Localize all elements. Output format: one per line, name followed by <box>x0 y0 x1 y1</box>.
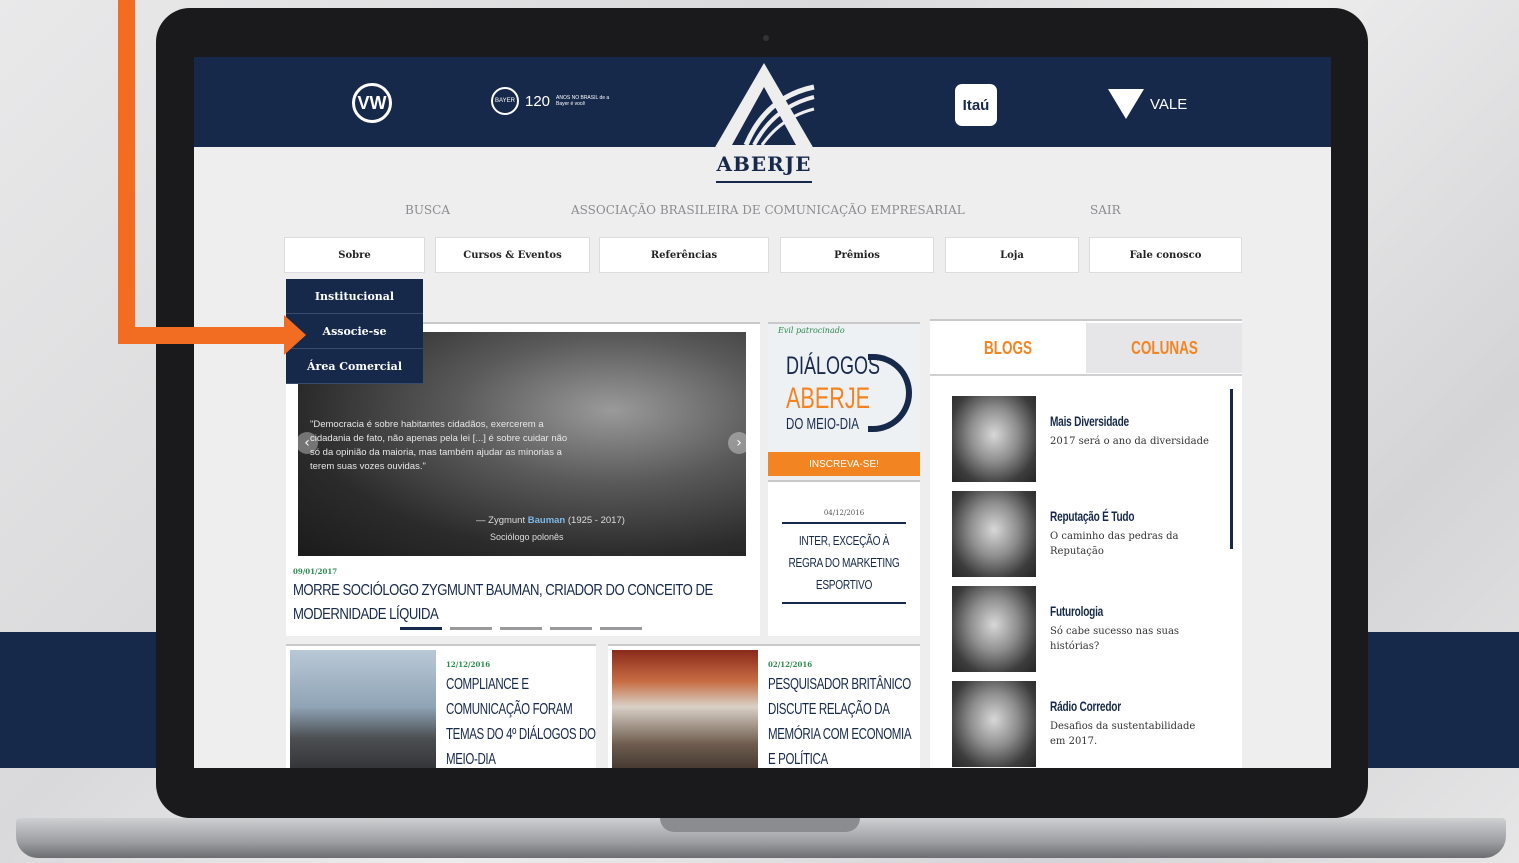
blog-title: Futurologia <box>1050 603 1104 619</box>
news-card-compliance[interactable]: 12/12/2016 COMPLIANCE E COMUNICAÇÃO FORA… <box>286 644 596 768</box>
nav-premios[interactable]: Prêmios <box>780 237 934 273</box>
bayer-120-text: 120 <box>525 92 551 110</box>
bayer-cross-text: BAYER <box>495 98 515 104</box>
author-name: Bauman <box>527 515 566 526</box>
slider-dot-3[interactable] <box>500 627 542 630</box>
tab-blogs[interactable]: BLOGS <box>930 323 1086 373</box>
blog-item[interactable]: Futurologia Só cabe sucesso nas suas his… <box>952 586 1222 674</box>
promo-line2: ABERJE <box>786 382 871 415</box>
tab-colunas-label: COLUNAS <box>1130 337 1198 358</box>
menu-item-institucional[interactable]: Institucional <box>286 279 423 314</box>
slider-next-icon[interactable]: › <box>728 432 746 454</box>
card-image-compliance <box>290 650 436 768</box>
news-card-rule-bottom <box>782 602 906 604</box>
slider-dot-4[interactable] <box>550 627 592 630</box>
news-card-rule-top <box>782 522 906 524</box>
blog-avatar <box>952 586 1036 672</box>
card-title: COMPLIANCE E COMUNICAÇÃO FORAM TEMAS DO … <box>446 676 596 768</box>
bayer-logo[interactable]: BAYER 120 ANOS NO BRASIL de a Bayer é vo… <box>491 87 616 115</box>
logout-link[interactable]: SAIR <box>1090 203 1121 217</box>
slider-dots <box>400 627 642 630</box>
nav-sobre[interactable]: Sobre <box>284 237 425 273</box>
callout-arrow-shaft-horizontal <box>118 327 286 344</box>
blog-title: Mais Diversidade <box>1050 413 1129 429</box>
author-years: (1925 - 2017) <box>567 515 625 526</box>
tab-blogs-label: BLOGS <box>983 337 1032 358</box>
promo-subtitle: Evil patrocinado <box>778 326 845 335</box>
aberje-logo-icon <box>696 57 832 149</box>
tab-colunas[interactable]: COLUNAS <box>1086 323 1242 373</box>
card-image-pesquisador <box>612 650 758 768</box>
card-title: PESQUISADOR BRITÂNICO DISCUTE RELAÇÃO DA… <box>768 676 911 768</box>
slide-title[interactable]: MORRE SOCIÓLOGO ZYGMUNT BAUMAN, CRIADOR … <box>293 579 736 627</box>
nav-cursos-eventos[interactable]: Cursos & Eventos <box>435 237 590 273</box>
callout-arrow-head-icon <box>284 315 306 355</box>
slider-dot-5[interactable] <box>600 627 642 630</box>
nav-loja[interactable]: Loja <box>945 237 1079 273</box>
news-card-date: 04/12/2016 <box>823 509 865 517</box>
news-card-title: INTER, EXCEÇÃO À REGRA DO MARKETING ESPO… <box>788 533 900 592</box>
promo-line3: DO MEIO-DIA <box>786 416 859 433</box>
slide-quote: "Democracia é sobre habitantes cidadãos,… <box>310 419 568 472</box>
blog-item[interactable]: Mais Diversidade 2017 será o ano da dive… <box>952 396 1222 484</box>
author-role: Sociólogo polonês <box>490 532 564 542</box>
laptop-camera <box>763 35 769 41</box>
blog-title: Rádio Corredor <box>1050 698 1121 714</box>
promo-line1: DIÁLOGOS <box>786 352 881 380</box>
blog-item[interactable]: Reputação É Tudo O caminho das pedras da… <box>952 491 1222 579</box>
promo-arc-graphic <box>868 354 912 432</box>
bayer-tagline: ANOS NO BRASIL de a Bayer é você <box>556 95 610 107</box>
vale-logo-text: VALE <box>1150 95 1188 113</box>
sobre-dropdown-menu: Institucional Associe-se Área Comercial <box>286 279 423 384</box>
blog-item[interactable]: Rádio Corredor Desafios da sustentabilid… <box>952 681 1222 768</box>
vw-logo[interactable]: VW <box>352 83 392 123</box>
news-card-inter[interactable]: 04/12/2016 INTER, EXCEÇÃO À REGRA DO MAR… <box>768 480 920 636</box>
bayer-cross-icon: BAYER <box>491 87 519 115</box>
blog-desc: Desafios da sustentabilidade em 2017. <box>1050 721 1196 747</box>
slide-author: — Zygmunt Bauman (1925 - 2017) <box>476 515 625 526</box>
blog-desc: 2017 será o ano da diversidade <box>1050 436 1209 447</box>
card-date: 02/12/2016 <box>768 660 813 669</box>
sidebar-scrollbar[interactable] <box>1230 389 1233 549</box>
slide-date: 09/01/2017 <box>293 567 338 576</box>
browser-screen: VW BAYER 120 ANOS NO BRASIL de a Bayer é… <box>194 57 1331 768</box>
slider-dot-2[interactable] <box>450 627 492 630</box>
tab-divider <box>930 374 1242 376</box>
laptop-notch <box>660 818 860 832</box>
itau-logo[interactable]: Itaú <box>955 84 997 126</box>
slider-dot-1[interactable] <box>400 627 442 630</box>
blog-avatar <box>952 396 1036 482</box>
menu-item-area-comercial[interactable]: Área Comercial <box>286 349 423 384</box>
nav-fale-conosco[interactable]: Fale conosco <box>1089 237 1242 273</box>
blog-avatar <box>952 681 1036 767</box>
nav-referencias[interactable]: Referências <box>599 237 769 273</box>
site-tagline: ASSOCIAÇÃO BRASILEIRA DE COMUNICAÇÃO EMP… <box>571 203 965 217</box>
promo-subscribe-button[interactable]: INSCREVA-SE! <box>768 452 920 476</box>
vale-logo[interactable]: VALE <box>1108 89 1187 119</box>
blog-avatar <box>952 491 1036 577</box>
callout-arrow-shaft-vertical <box>118 0 135 344</box>
logo-underline <box>716 181 812 183</box>
menu-item-associe-se[interactable]: Associe-se <box>286 314 423 349</box>
blog-desc: O caminho das pedras da Reputação <box>1050 531 1179 557</box>
blog-desc: Só cabe sucesso nas suas histórias? <box>1050 626 1180 652</box>
blogs-sidebar: BLOGS COLUNAS Mais Diversidade 2017 será… <box>930 319 1242 768</box>
vale-v-icon <box>1108 89 1144 119</box>
author-prefix: — Zygmunt <box>476 515 526 526</box>
itau-logo-text: Itaú <box>962 96 990 114</box>
blog-title: Reputação É Tudo <box>1050 508 1135 524</box>
dialogos-promo-banner[interactable]: Evil patrocinado DIÁLOGOS ABERJE DO MEIO… <box>768 322 920 476</box>
search-link[interactable]: BUSCA <box>405 203 450 217</box>
aberje-logo[interactable]: ABERJE <box>696 57 832 192</box>
vw-logo-text: VW <box>357 92 387 113</box>
logo-text: ABERJE <box>716 152 812 176</box>
card-date: 12/12/2016 <box>446 660 491 669</box>
news-card-pesquisador[interactable]: 02/12/2016 PESQUISADOR BRITÂNICO DISCUTE… <box>608 644 920 768</box>
